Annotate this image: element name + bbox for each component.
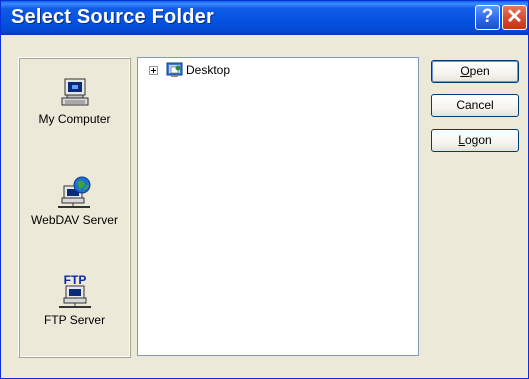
close-button[interactable]: ✕ [502, 5, 527, 30]
folder-tree[interactable]: Desktop [137, 57, 419, 356]
title-bar[interactable]: Select Source Folder ? ✕ [1, 1, 528, 35]
open-label-rest: pen [469, 64, 490, 78]
question-mark-icon: ? [481, 6, 494, 27]
place-label: FTP Server [43, 313, 106, 327]
dialog-title: Select Source Folder [11, 6, 214, 28]
desktop-icon [166, 62, 183, 77]
ftp-server-icon: FTP [58, 274, 91, 308]
my-computer-icon [61, 78, 88, 106]
place-ftp-server[interactable]: FTP FTP Server [19, 274, 130, 327]
expand-icon[interactable] [149, 66, 158, 75]
places-bar: My Computer WebDAV Server FTP FTP Server [18, 57, 131, 358]
tree-node-label: Desktop [186, 63, 231, 77]
select-source-folder-dialog: Select Source Folder ? ✕ My Computer Web… [0, 0, 529, 379]
logon-button[interactable]: Logon [431, 129, 519, 152]
open-button[interactable]: Open [431, 60, 519, 83]
close-icon: ✕ [506, 6, 523, 28]
cancel-label: Cancel [456, 98, 494, 112]
place-webdav-server[interactable]: WebDAV Server [19, 176, 130, 227]
cancel-button[interactable]: Cancel [431, 94, 519, 117]
logon-label-rest: ogon [464, 133, 492, 147]
ftp-icon-text: FTP [63, 274, 86, 287]
place-label: WebDAV Server [31, 213, 118, 227]
open-mnemonic: O [460, 64, 470, 78]
help-button[interactable]: ? [475, 5, 500, 30]
webdav-server-icon [57, 176, 90, 208]
logon-mnemonic: L [458, 133, 465, 147]
place-my-computer[interactable]: My Computer [19, 77, 130, 126]
place-label: My Computer [38, 112, 111, 126]
